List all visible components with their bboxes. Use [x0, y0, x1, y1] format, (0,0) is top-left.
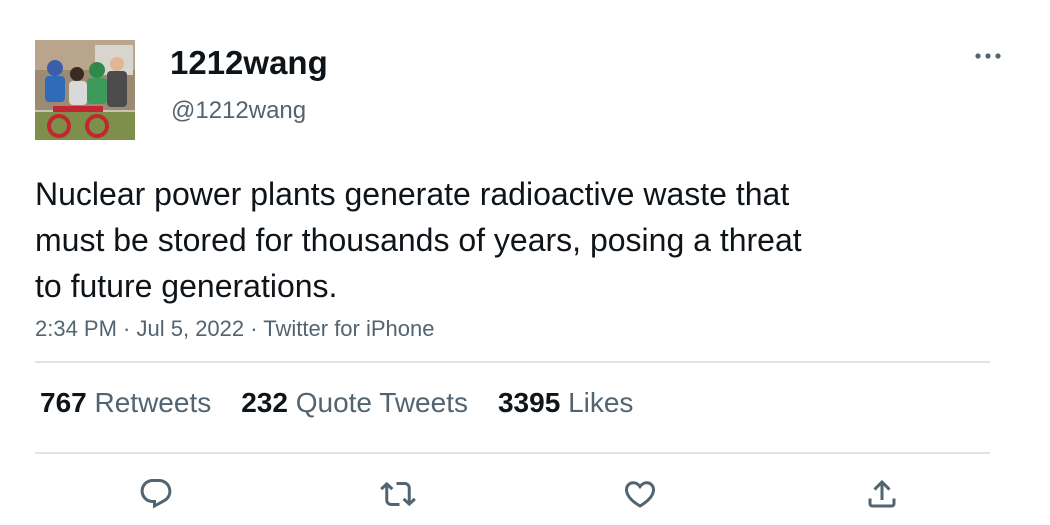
meta-separator: · — [116, 316, 137, 341]
likes-count: 3395 — [497, 387, 561, 418]
like-button[interactable] — [620, 474, 660, 514]
quote-tweets-stat[interactable]: 232 Quote Tweets — [241, 386, 468, 420]
retweet-icon — [380, 481, 416, 507]
more-options-button[interactable] — [968, 40, 1008, 72]
heart-icon — [624, 481, 656, 508]
more-horizontal-icon — [975, 53, 1001, 59]
retweets-stat[interactable]: 767 Retweets — [40, 386, 211, 420]
retweets-count: 767 — [40, 387, 87, 418]
reply-button[interactable] — [136, 474, 176, 514]
share-icon — [868, 479, 896, 508]
tweet-text: Nuclear power plants generate radioactiv… — [35, 176, 802, 304]
tweet-time[interactable]: 2:34 PM — [35, 316, 117, 341]
tweet-metadata: 2:34 PM · Jul 5, 2022 · Twitter for iPho… — [35, 315, 434, 343]
retweet-button[interactable] — [378, 474, 418, 514]
quote-tweets-count: 232 — [241, 387, 288, 418]
tweet-source[interactable]: Twitter for iPhone — [263, 316, 434, 341]
share-button[interactable] — [862, 474, 902, 514]
likes-stat[interactable]: 3395 Likes — [498, 386, 633, 420]
tweet-date[interactable]: Jul 5, 2022 — [137, 316, 245, 341]
reply-icon — [140, 479, 172, 509]
avatar-photo — [35, 40, 135, 140]
retweets-label: Retweets — [94, 387, 212, 418]
divider — [35, 452, 990, 454]
user-handle[interactable]: @1212wang — [171, 97, 306, 125]
quote-tweets-label: Quote Tweets — [295, 387, 468, 418]
divider — [35, 361, 990, 363]
tweet-stats: 767 Retweets 232 Quote Tweets 3395 Likes — [40, 386, 663, 420]
display-name[interactable]: 1212wang — [170, 44, 328, 82]
likes-label: Likes — [568, 387, 634, 418]
tweet-card: 1212wang @1212wang Nuclear power plants … — [0, 0, 1050, 525]
meta-separator: · — [244, 316, 264, 341]
avatar[interactable] — [35, 40, 135, 140]
